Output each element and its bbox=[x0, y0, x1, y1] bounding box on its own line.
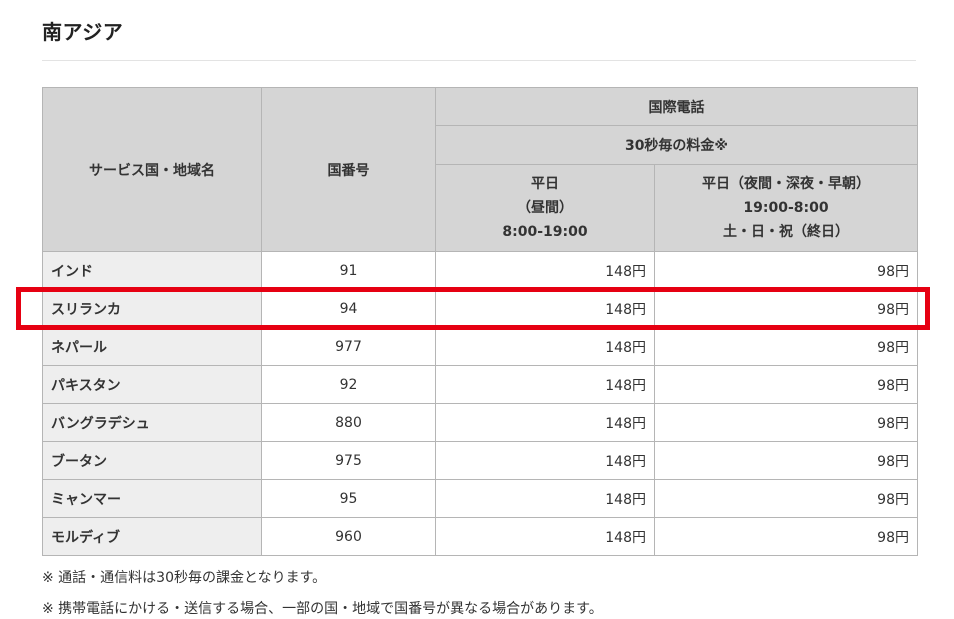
country-name: ミャンマー bbox=[42, 479, 262, 518]
country-header: サービス国・地域名 bbox=[42, 87, 262, 252]
weekday-rate: 148円 bbox=[435, 479, 655, 518]
table-row: インド 91 148円 98円 bbox=[42, 251, 918, 290]
night-rate: 98円 bbox=[654, 517, 918, 556]
country-name: ネパール bbox=[42, 327, 262, 366]
night-rate: 98円 bbox=[654, 289, 918, 328]
weekday-rate: 148円 bbox=[435, 517, 655, 556]
section-title: 南アジア bbox=[42, 20, 124, 44]
weekday-rate: 148円 bbox=[435, 403, 655, 442]
country-code: 94 bbox=[261, 289, 436, 328]
table-row: ミャンマー 95 148円 98円 bbox=[42, 479, 918, 518]
weekday-rate-header: 平日 （昼間） 8:00-19:00 bbox=[435, 164, 655, 252]
country-name: パキスタン bbox=[42, 365, 262, 404]
night-rate: 98円 bbox=[654, 251, 918, 290]
country-code: 977 bbox=[261, 327, 436, 366]
per-30s-rate-header: 30秒毎の料金※ bbox=[435, 125, 918, 165]
weekday-rate: 148円 bbox=[435, 289, 655, 328]
night-rate: 98円 bbox=[654, 365, 918, 404]
country-code: 95 bbox=[261, 479, 436, 518]
night-rate: 98円 bbox=[654, 403, 918, 442]
country-code: 91 bbox=[261, 251, 436, 290]
title-divider bbox=[42, 60, 916, 61]
country-code: 92 bbox=[261, 365, 436, 404]
intl-call-header: 国際電話 bbox=[435, 87, 918, 126]
table-row: バングラデシュ 880 148円 98円 bbox=[42, 403, 918, 442]
night-rate-header: 平日（夜間・深夜・早朝） 19:00-8:00 土・日・祝（終日） bbox=[654, 164, 918, 252]
night-rate: 98円 bbox=[654, 327, 918, 366]
country-name: バングラデシュ bbox=[42, 403, 262, 442]
table-row: ブータン 975 148円 98円 bbox=[42, 441, 918, 480]
billing-note: ※ 通話・通信料は30秒毎の課金となります。 bbox=[42, 570, 327, 586]
night-rate: 98円 bbox=[654, 479, 918, 518]
country-name: モルディブ bbox=[42, 517, 262, 556]
country-name: スリランカ bbox=[42, 289, 262, 328]
country-code: 960 bbox=[261, 517, 436, 556]
table-row: スリランカ 94 148円 98円 bbox=[42, 289, 918, 328]
weekday-rate: 148円 bbox=[435, 441, 655, 480]
daytime-label: （昼間） bbox=[517, 200, 573, 216]
country-code: 880 bbox=[261, 403, 436, 442]
weekend-label: 土・日・祝（終日） bbox=[723, 224, 849, 240]
daytime-hours: 8:00-19:00 bbox=[502, 224, 588, 240]
country-code: 975 bbox=[261, 441, 436, 480]
night-rate: 98円 bbox=[654, 441, 918, 480]
rates-table: サービス国・地域名 国番号 国際電話 30秒毎の料金※ 平日 （昼間） 8:00… bbox=[42, 87, 918, 556]
table-row: ネパール 977 148円 98円 bbox=[42, 327, 918, 366]
night-label: 平日（夜間・深夜・早朝） bbox=[702, 176, 870, 192]
weekday-rate: 148円 bbox=[435, 327, 655, 366]
country-name: ブータン bbox=[42, 441, 262, 480]
weekday-rate: 148円 bbox=[435, 251, 655, 290]
weekday-rate: 148円 bbox=[435, 365, 655, 404]
country-code-header: 国番号 bbox=[261, 87, 436, 252]
table-row: パキスタン 92 148円 98円 bbox=[42, 365, 918, 404]
night-hours: 19:00-8:00 bbox=[743, 200, 829, 216]
table-row: モルディブ 960 148円 98円 bbox=[42, 517, 918, 556]
weekday-label: 平日 bbox=[531, 176, 559, 192]
mobile-code-note: ※ 携帯電話にかける・送信する場合、一部の国・地域で国番号が異なる場合があります… bbox=[42, 601, 603, 617]
country-name: インド bbox=[42, 251, 262, 290]
